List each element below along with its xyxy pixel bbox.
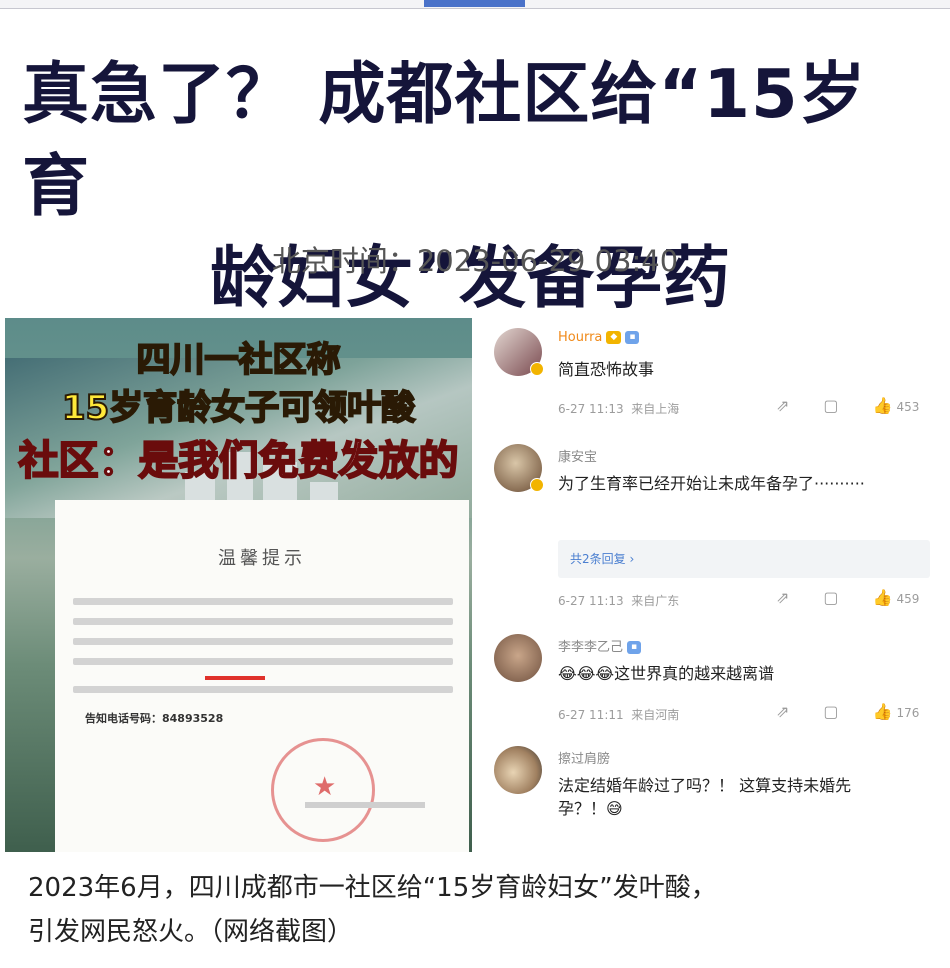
- browser-top-bar: [0, 0, 950, 9]
- replies-link[interactable]: 共2条回复 ›: [558, 540, 930, 578]
- notice-text-line: [73, 638, 453, 645]
- comment-icon[interactable]: ▢: [823, 588, 838, 607]
- like-count: 453: [896, 400, 920, 414]
- like-icon: 👍: [872, 702, 893, 721]
- avatar[interactable]: [494, 634, 542, 682]
- notice-text-line: [73, 686, 453, 693]
- level-badge-icon: ▪: [627, 641, 642, 654]
- comment-username[interactable]: 李李李乙己 ▪: [558, 636, 642, 655]
- verified-badge-icon: [530, 478, 544, 492]
- notice-signature-line: [305, 802, 425, 808]
- comment-item: Hourra ◆ ▪ 简直恐怖故事 6-27 11:13 来自上海 ⇗ ▢ 👍 453: [494, 328, 944, 428]
- notice-text-line: [73, 598, 453, 605]
- comment-username[interactable]: 康安宝: [558, 446, 597, 465]
- notice-phone: 告知电话号码：84893528: [85, 712, 224, 725]
- level-badge-icon: ▪: [625, 331, 640, 344]
- notice-red-underline: [205, 676, 265, 680]
- share-icon[interactable]: ⇗: [776, 396, 789, 415]
- publish-timestamp: 北京时间：2023-06-29 03:40: [271, 244, 679, 278]
- comment-text: 法定结婚年龄过了吗？！ 这算支持未婚先孕？！😅: [558, 776, 852, 818]
- comment-actions: ⇗ ▢ 👍 453: [776, 396, 950, 415]
- notice-title: 温馨提示: [218, 548, 306, 569]
- comment-meta: 6-27 11:11 来自河南: [558, 708, 680, 722]
- emoji: 😅: [606, 799, 623, 818]
- photo-caption: 2023年6月，四川成都市一社区给“15岁育龄妇女”发叶酸， 引发网民怒火。（网…: [28, 866, 928, 954]
- comment-item: 李李李乙己 ▪ 😂😂😂这世界真的越来越离谱 6-27 11:11 来自河南 ⇗ ▢ 👍…: [494, 634, 944, 730]
- vip-badge-icon: ◆: [606, 331, 622, 344]
- comment-item: 康安宝 为了生育率已经开始让未成年备孕了·········· 共2条回复 › 6…: [494, 444, 944, 614]
- seal-star-icon: ★: [313, 772, 337, 802]
- comment-username[interactable]: 擦过肩膀: [558, 748, 610, 767]
- emoji: 😂😂😂: [558, 664, 615, 683]
- comment-item: 擦过肩膀 法定结婚年龄过了吗？！ 这算支持未婚先孕？！😅: [494, 746, 944, 836]
- headline-line-1: 真急了？ 成都社区给“15岁育: [22, 55, 867, 225]
- comment-username[interactable]: Hourra ◆ ▪: [558, 330, 640, 345]
- photo-banner-line-1: 四川一社区称: [136, 339, 342, 381]
- comment-icon[interactable]: ▢: [823, 702, 838, 721]
- comment-meta: 6-27 11:13 来自广东: [558, 594, 680, 608]
- notice-text-line: [73, 618, 453, 625]
- avatar[interactable]: [494, 746, 542, 794]
- comment-text: 为了生育率已经开始让未成年备孕了··········: [558, 474, 865, 493]
- comment-icon[interactable]: ▢: [823, 396, 838, 415]
- comment-actions: ⇗ ▢ 👍 176: [776, 702, 950, 721]
- article-headline: 真急了？ 成都社区给“15岁育 龄妇女”发备孕药: [22, 48, 932, 324]
- like-button[interactable]: 👍 176: [873, 702, 950, 721]
- caption-line-1: 2023年6月，四川成都市一社区给“15岁育龄妇女”发叶酸，: [28, 873, 717, 903]
- comment-text: 😂😂😂这世界真的越来越离谱: [558, 664, 775, 683]
- notice-document: 温馨提示 告知电话号码：84893528 ★: [55, 500, 469, 852]
- photo-banner-line-2: 15岁育龄女子可领叶酸: [61, 387, 416, 429]
- like-count: 176: [896, 706, 920, 720]
- like-icon: 👍: [872, 396, 893, 415]
- caption-line-2: 引发网民怒火。（网络截图）: [28, 917, 354, 947]
- share-icon[interactable]: ⇗: [776, 702, 789, 721]
- comment-meta: 6-27 11:13 来自上海: [558, 402, 680, 416]
- comment-text: 简直恐怖故事: [558, 360, 655, 379]
- verified-badge-icon: [530, 362, 544, 376]
- like-icon: 👍: [872, 588, 893, 607]
- like-button[interactable]: 👍 453: [873, 396, 950, 415]
- photo-banner-line-3: 社区：是我们免费发放的: [18, 437, 460, 485]
- notice-text-line: [73, 658, 453, 665]
- comment-actions: ⇗ ▢ 👍 459: [776, 588, 950, 607]
- share-icon[interactable]: ⇗: [776, 588, 789, 607]
- active-tab-indicator[interactable]: [424, 0, 525, 7]
- like-button[interactable]: 👍 459: [873, 588, 950, 607]
- like-count: 459: [896, 592, 920, 606]
- news-photo: 四川一社区称 15岁育龄女子可领叶酸 社区：是我们免费发放的 温馨提示 告知电话…: [5, 318, 472, 852]
